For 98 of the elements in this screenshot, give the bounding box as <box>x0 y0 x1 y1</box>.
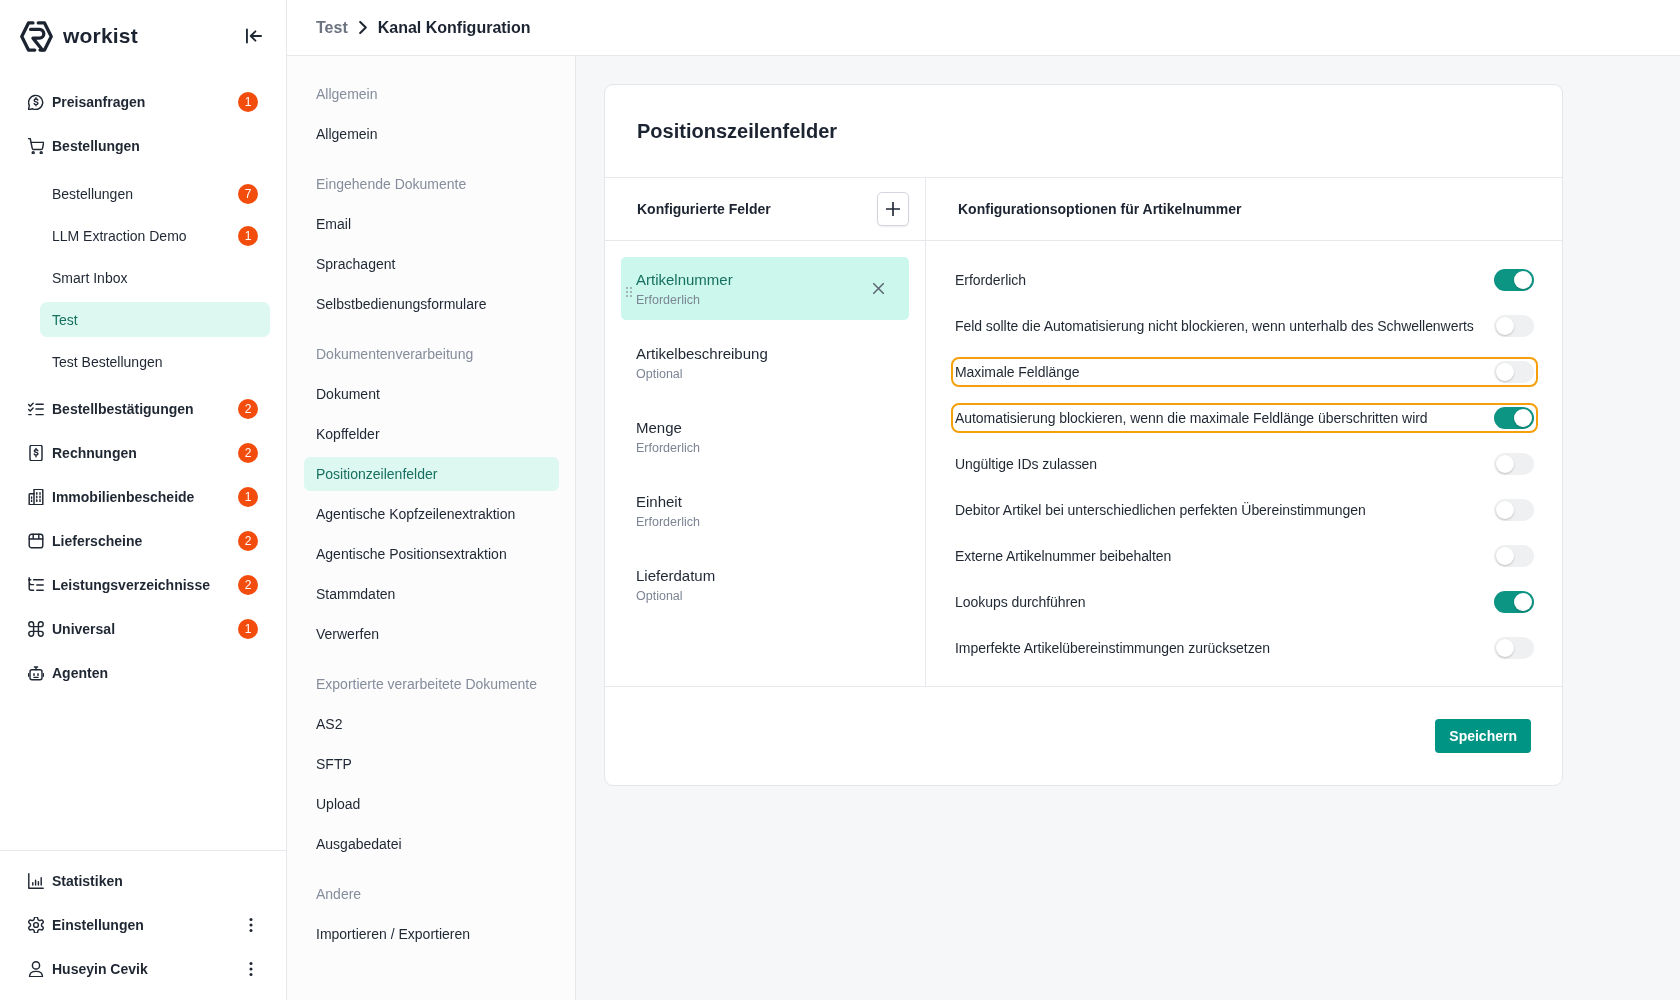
nav-item[interactable]: Agenten <box>24 655 270 691</box>
section-heading: Exportierte verarbeitete Dokumente <box>315 675 538 694</box>
toggle-switch[interactable] <box>1494 361 1534 383</box>
toggle-switch[interactable] <box>1494 269 1534 291</box>
nav-item[interactable]: Huseyin Cevik <box>24 951 270 987</box>
settings-nav-item[interactable]: Stammdaten <box>304 577 559 611</box>
settings-nav-item[interactable]: Dokument <box>304 377 559 411</box>
robot-icon <box>28 665 44 681</box>
option-label: Ungültige IDs zulassen <box>955 456 1099 472</box>
settings-nav-item[interactable]: Positionzeilenfelder <box>304 457 559 491</box>
section-heading: Allgemein <box>315 85 379 104</box>
settings-icon <box>28 917 44 933</box>
drag-handle-icon[interactable] <box>626 286 632 297</box>
option-label: Automatisierung blockieren, wenn die maximale Feldlänge überschritten wird <box>955 410 1429 426</box>
section-heading: Dokumentenverarbeitung <box>315 345 475 364</box>
settings-nav-item[interactable]: Sprachagent <box>304 247 559 281</box>
settings-nav-item[interactable]: Agentische Kopfzeilenextraktion <box>304 497 559 531</box>
section-heading: Eingehende Dokumente <box>315 175 468 194</box>
count-badge: 2 <box>238 443 258 463</box>
nav-item[interactable]: Leistungsverzeichnisse 2 <box>24 567 270 603</box>
settings-nav-item[interactable]: Verwerfen <box>304 617 559 651</box>
settings-nav-item[interactable]: Kopffelder <box>304 417 559 451</box>
option-label: Maximale Feldlänge <box>955 364 1081 380</box>
settings-nav-item[interactable]: AS2 <box>304 707 559 741</box>
toggle-switch[interactable] <box>1494 637 1534 659</box>
nav-item[interactable]: Rechnungen 2 <box>24 435 270 471</box>
collapse-icon[interactable] <box>246 28 262 44</box>
nav-item[interactable]: Universal 1 <box>24 611 270 647</box>
nav-item[interactable]: Immobilienbescheide 1 <box>24 479 270 515</box>
settings-nav-item[interactable]: Selbstbedienungsformulare <box>304 287 559 321</box>
option-label: Externe Artikelnummer beibehalten <box>955 548 1173 564</box>
settings-nav-item[interactable]: SFTP <box>304 747 559 781</box>
close-icon[interactable] <box>873 283 884 294</box>
nav-subitem[interactable]: Test <box>40 302 270 337</box>
nav-item[interactable]: Bestellbestätigungen 2 <box>24 391 270 427</box>
nav-subitem[interactable]: Bestellungen 7 <box>40 176 270 211</box>
kebab-menu-icon[interactable] <box>249 962 253 976</box>
count-badge: 7 <box>238 183 258 204</box>
field-list-item[interactable]: Menge Erforderlich <box>621 405 909 468</box>
settings-nav-item[interactable]: Upload <box>304 787 559 821</box>
count-badge: 2 <box>238 531 258 551</box>
breadcrumb-link[interactable]: Test <box>316 18 348 37</box>
option-label: Debitor Artikel bei unterschiedlichen perfekten Übereinstimmungen <box>955 502 1367 518</box>
user-icon <box>28 961 44 977</box>
cart-icon <box>28 138 44 154</box>
count-badge: 1 <box>238 619 258 639</box>
panel-heading: Konfigurierte Felder <box>637 201 771 217</box>
add-button[interactable] <box>877 192 909 226</box>
count-badge: 1 <box>238 487 258 507</box>
box-icon <box>28 533 44 549</box>
toggle-switch[interactable] <box>1494 453 1534 475</box>
dollar-document-icon <box>28 445 44 461</box>
panel-heading: Konfigurationsoptionen für Artikelnummer <box>958 201 1242 217</box>
option-label: Lookups durchführen <box>955 594 1087 610</box>
option-label: Imperfekte Artikelübereinstimmungen zurücksetzen <box>955 640 1272 656</box>
save-button[interactable]: Speichern <box>1435 719 1531 753</box>
kebab-menu-icon[interactable] <box>249 918 253 932</box>
field-list-item[interactable]: Artikelbeschreibung Optional <box>621 331 909 394</box>
building-icon <box>28 489 44 505</box>
field-list-item[interactable]: Einheit Erforderlich <box>621 479 909 542</box>
field-list-item[interactable]: Artikelnummer Erforderlich <box>621 257 909 320</box>
chat-bubble-dollar-icon <box>28 94 44 110</box>
toggle-switch[interactable] <box>1494 407 1534 429</box>
toggle-switch[interactable] <box>1494 315 1534 337</box>
nav-subitem[interactable]: Smart Inbox <box>40 260 270 295</box>
nav-item[interactable]: Lieferscheine 2 <box>24 523 270 559</box>
page-title: Kanal Konfiguration <box>377 18 531 37</box>
count-badge: 1 <box>238 92 258 112</box>
nav-item[interactable]: Einstellungen <box>24 907 270 943</box>
toggle-switch[interactable] <box>1494 591 1534 613</box>
toggle-switch[interactable] <box>1494 545 1534 567</box>
command-key-icon <box>28 621 44 637</box>
card-title: Positionszeilenfelder <box>605 85 1562 178</box>
list-tree-icon <box>28 577 44 593</box>
nav-item[interactable]: Bestellungen <box>24 128 270 164</box>
section-heading: Andere <box>315 885 363 904</box>
count-badge: 2 <box>238 399 258 419</box>
chevron-right-icon <box>358 21 367 34</box>
nav-subitem[interactable]: Test Bestellungen <box>40 344 270 379</box>
settings-nav-item[interactable]: Agentische Positionsextraktion <box>304 537 559 571</box>
settings-nav-item[interactable]: Ausgabedatei <box>304 827 559 861</box>
field-list-item[interactable]: Lieferdatum Optional <box>621 553 909 616</box>
bar-chart-icon <box>28 873 44 889</box>
nav-item[interactable]: Preisanfragen 1 <box>24 84 270 120</box>
logo-icon <box>20 19 53 53</box>
logo-text: workist <box>63 24 138 48</box>
count-badge: 1 <box>238 225 258 246</box>
checklist-icon <box>28 401 44 417</box>
option-label: Erforderlich <box>955 272 1027 288</box>
nav-item[interactable]: Statistiken <box>24 863 270 899</box>
settings-nav-item[interactable]: Email <box>304 207 559 241</box>
toggle-switch[interactable] <box>1494 499 1534 521</box>
plus-icon <box>886 202 900 216</box>
settings-nav-item[interactable]: Allgemein <box>304 117 559 151</box>
nav-subitem[interactable]: LLM Extraction Demo 1 <box>40 218 270 253</box>
settings-nav-item[interactable]: Importieren / Exportieren <box>304 917 559 951</box>
count-badge: 2 <box>238 575 258 595</box>
option-label: Feld sollte die Automatisierung nicht blockieren, wenn unterhalb des Schwellenwerts <box>955 318 1475 334</box>
